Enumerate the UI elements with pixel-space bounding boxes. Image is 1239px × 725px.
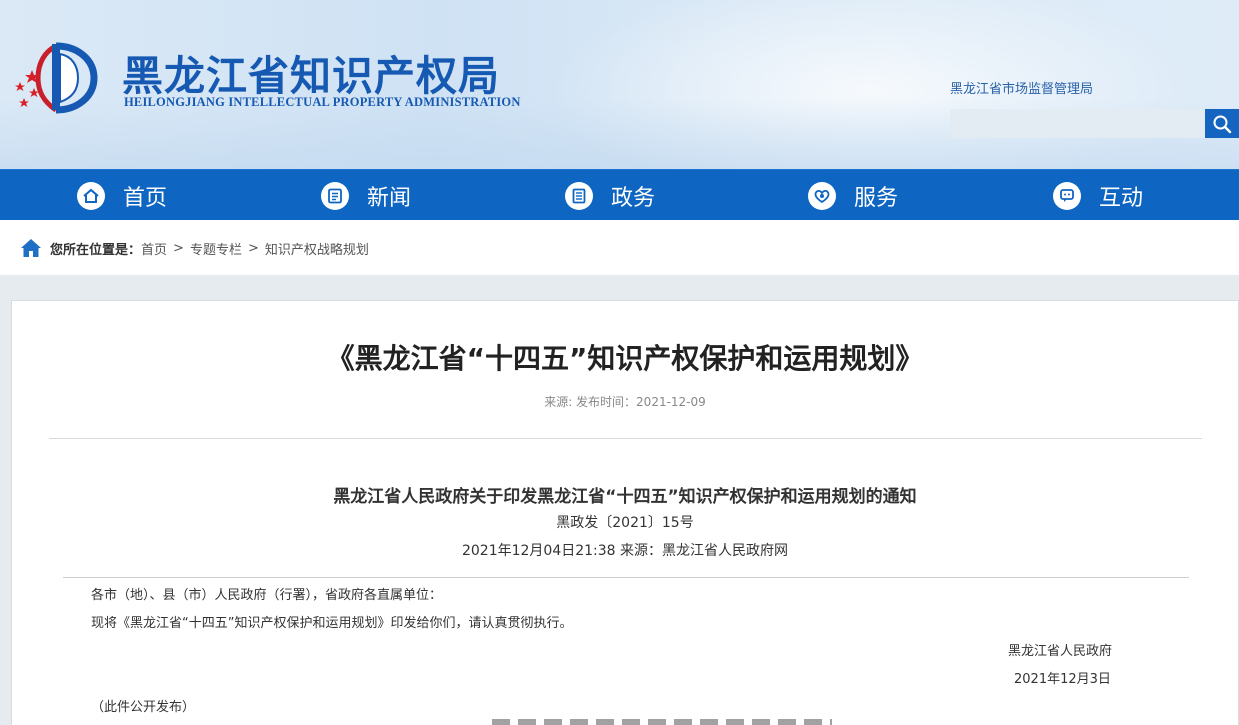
nav-label: 互动 <box>1099 185 1144 211</box>
breadcrumb-special-topics[interactable]: 专题专栏 <box>190 239 242 258</box>
body-text: 现将《黑龙江省“十四五”知识产权保护和运用规划》印发给你们，请认真贯彻执行。 <box>91 616 573 631</box>
news-icon <box>321 181 349 210</box>
ipa-emblem-icon[interactable] <box>8 40 103 115</box>
article-meta: 来源: 发布时间：2021-12-09 <box>544 395 706 409</box>
nav-label: 首页 <box>123 185 168 211</box>
nav-label: 政务 <box>611 185 656 211</box>
service-icon <box>808 181 836 210</box>
breadcrumb-separator: > <box>173 240 184 256</box>
publish-note: （此件公开发布） <box>91 700 196 715</box>
nav-item-interaction[interactable]: 互动 <box>1053 170 1143 221</box>
search-button[interactable] <box>1205 109 1239 138</box>
government-icon <box>565 181 593 210</box>
breadcrumb-bar: 您所在位置是： 首页 > 专题专栏 > 知识产权战略规划 <box>0 220 1239 275</box>
search-input[interactable] <box>950 109 1205 138</box>
interaction-icon <box>1053 181 1081 210</box>
site-title-en: HEILONGJIANG INTELLECTUAL PROPERTY ADMIN… <box>124 95 521 109</box>
nav-label: 服务 <box>854 185 899 211</box>
salutation-text: 各市（地）、县（市）人民政府（行署），省政府各直属单位： <box>91 588 443 603</box>
breadcrumb-ip-strategy[interactable]: 知识产权战略规划 <box>265 239 369 258</box>
breadcrumb: 您所在位置是： 首页 > 专题专栏 > 知识产权战略规划 <box>20 238 369 258</box>
breadcrumb-separator: > <box>247 240 259 256</box>
nav-item-news[interactable]: 新闻 <box>321 170 411 221</box>
divider <box>63 577 1189 578</box>
search-icon <box>1213 115 1232 133</box>
home-icon <box>21 239 41 257</box>
nav-item-government[interactable]: 政务 <box>565 170 655 221</box>
article-title: 《黑龙江省“十四五”知识产权保护和运用规划》 <box>326 342 924 375</box>
main-nav: 首页 新闻 政务 服务 互动 <box>0 169 1239 220</box>
site-title-cn: 黑龙江省知识产权局 <box>122 52 500 100</box>
breadcrumb-home[interactable]: 首页 <box>141 239 167 258</box>
article-panel: 《黑龙江省“十四五”知识产权保护和运用规划》 来源: 发布时间：2021-12-… <box>11 300 1239 725</box>
nav-item-service[interactable]: 服务 <box>808 170 898 221</box>
signature-date: 2021年12月3日 <box>1014 672 1111 687</box>
market-supervision-link[interactable]: 黑龙江省市场监督管理局 <box>950 78 1093 97</box>
signature-org: 黑龙江省人民政府 <box>1008 644 1113 659</box>
home-icon <box>77 181 105 210</box>
notice-title: 黑龙江省人民政府关于印发黑龙江省“十四五”知识产权保护和运用规划的通知 <box>333 487 917 507</box>
breadcrumb-label: 您所在位置是： <box>50 242 142 258</box>
divider <box>49 438 1202 439</box>
nav-item-home[interactable]: 首页 <box>77 170 167 221</box>
site-header: 黑龙江省知识产权局 HEILONGJIANG INTELLECTUAL PROP… <box>0 0 1239 169</box>
cropped-heading <box>12 719 1238 725</box>
nav-label: 新闻 <box>367 185 412 211</box>
document-number: 黑政发〔2021〕15号 <box>556 515 694 531</box>
dateline: 2021年12月04日21:38 来源：黑龙江省人民政府网 <box>461 543 789 559</box>
